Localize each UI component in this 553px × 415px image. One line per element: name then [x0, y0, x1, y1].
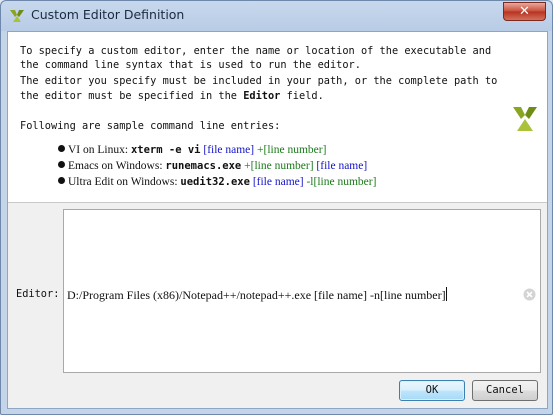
sample-vi: VI on Linux: xterm -e vi [file name] +[l… [58, 144, 326, 156]
close-button[interactable]: ✕ [503, 2, 546, 21]
dialog-client: To specify a custom editor, enter the na… [7, 31, 548, 409]
info-line-4: the editor must be specified in the Edit… [20, 90, 324, 102]
info-line-4-suffix: field. [280, 90, 324, 102]
sample-arg: [line number] [250, 160, 314, 172]
info-line-4-prefix: the editor must be specified in the [20, 90, 244, 102]
editor-input[interactable]: D:/Program Files (x86)/Notepad++/notepad… [63, 209, 541, 373]
clear-icon[interactable] [523, 288, 536, 301]
sample-arg: [line number] [263, 144, 327, 156]
sample-arg: [file name] [316, 160, 368, 172]
sample-mid: + [254, 144, 264, 156]
editor-label: Editor: [16, 288, 60, 300]
sample-ultraedit: Ultra Edit on Windows: uedit32.exe [file… [58, 176, 376, 188]
window-title: Custom Editor Definition [31, 7, 185, 22]
info-line-1: To specify a custom editor, enter the na… [20, 45, 492, 57]
info-line-2: the command line syntax that is used to … [20, 59, 361, 71]
sample-arg: [file name] [252, 176, 304, 188]
bullet-icon [58, 145, 65, 152]
sample-sep: + [241, 160, 251, 172]
bullet-icon [58, 161, 65, 168]
sample-command: xterm -e vi [130, 144, 201, 156]
text-caret [445, 287, 447, 301]
title-bar[interactable]: Custom Editor Definition ✕ [1, 1, 552, 31]
sample-command: uedit32.exe [180, 176, 250, 188]
samples-heading: Following are sample command line entrie… [20, 120, 281, 132]
cancel-button[interactable]: Cancel [472, 380, 538, 401]
info-line-3: The editor you specify must be included … [20, 75, 498, 87]
sample-label: Ultra Edit on Windows: [68, 176, 181, 188]
sample-arg: [file name] [203, 144, 255, 156]
sample-command: runemacs.exe [165, 160, 242, 172]
info-panel: To specify a custom editor, enter the na… [8, 32, 547, 203]
bullet-icon [58, 177, 65, 184]
editor-value[interactable]: D:/Program Files (x86)/Notepad++/notepad… [67, 287, 447, 303]
sample-emacs: Emacs on Windows: runemacs.exe +[line nu… [58, 160, 367, 172]
sample-label: Emacs on Windows: [68, 160, 166, 172]
sample-label: VI on Linux: [68, 144, 131, 156]
vendor-logo-icon [513, 107, 537, 131]
ok-button[interactable]: OK [399, 380, 465, 401]
editor-field-ref: Editor [243, 90, 281, 102]
sample-arg: [line number] [313, 176, 377, 188]
dialog-window: Custom Editor Definition ✕ To specify a … [0, 0, 553, 415]
sample-mid: -l [303, 176, 314, 188]
app-logo-icon [10, 10, 24, 22]
editor-value-text: D:/Program Files (x86)/Notepad++/notepad… [67, 288, 446, 302]
